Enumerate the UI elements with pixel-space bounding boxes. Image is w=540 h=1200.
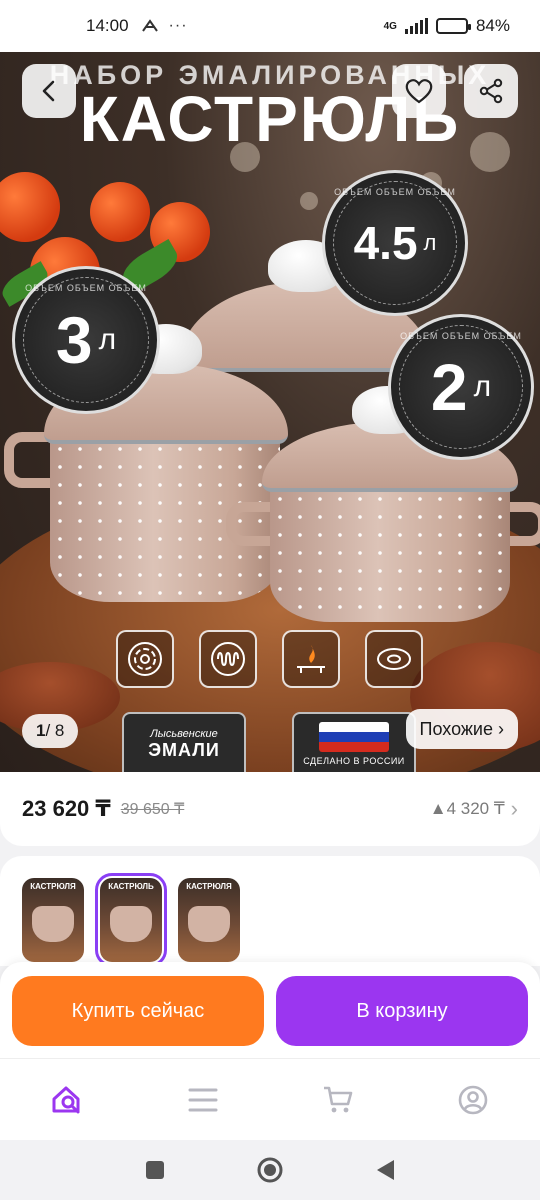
catalog-icon <box>188 1088 217 1111</box>
volume-badge-2: ОБЪЕМ ОБЪЕМ ОБЪЕМ 2л <box>388 314 534 460</box>
image-counter: 1/ 8 <box>22 714 79 748</box>
price-section: 23 620 ₸ 39 650 ₸ ▲4 320 ₸ › <box>0 772 540 846</box>
current-price: 23 620 ₸ <box>22 796 111 821</box>
bonus-amount: ▲4 320 ₸ <box>429 799 505 818</box>
nav-catalog[interactable] <box>173 1070 233 1130</box>
thumbnail-selected[interactable]: КАСТРЮЛЬ <box>95 873 167 967</box>
gas-stove-icon <box>282 630 340 688</box>
purchase-actions: Купить сейчас В корзину <box>0 962 540 1058</box>
volume-badge-3: ОБЪЕМ ОБЪЕМ ОБЪЕМ 3л <box>12 266 160 414</box>
nav-cart[interactable] <box>308 1070 368 1130</box>
induction-stove-icon <box>199 630 257 688</box>
cart-icon <box>323 1086 352 1112</box>
bonus-link[interactable]: ▲4 320 ₸ › <box>430 796 518 822</box>
share-button[interactable] <box>464 64 518 118</box>
chevron-right-icon: › <box>510 796 518 821</box>
russia-flag-icon <box>319 722 389 752</box>
back-arrow-icon <box>42 80 55 102</box>
volume-badge-4-5: ОБЪЕМ ОБЪЕМ ОБЪЕМ 4.5 л <box>322 170 468 316</box>
bottom-navigation <box>0 1058 540 1140</box>
recents-icon[interactable] <box>144 1159 166 1181</box>
status-time: 14:00 <box>86 16 129 35</box>
thumbnail-strip: КАСТРЮЛЯ КАСТРЮЛЬ КАСТРЮЛЯ <box>0 856 540 967</box>
signal-icon <box>404 18 428 34</box>
back-button[interactable] <box>22 64 76 118</box>
status-bar: 14:00 ··· 4G 84% <box>0 0 540 52</box>
system-navigation <box>0 1140 540 1200</box>
thumbnail[interactable]: КАСТРЮЛЯ <box>22 878 84 962</box>
battery-percent: 84% <box>475 16 510 35</box>
glass-ceramic-stove-icon <box>365 630 423 688</box>
electric-stove-icon <box>116 630 174 688</box>
nav-home[interactable] <box>38 1070 98 1130</box>
nav-profile[interactable] <box>443 1070 503 1130</box>
buy-now-button[interactable]: Купить сейчас <box>12 976 264 1046</box>
favorite-button[interactable] <box>392 64 446 118</box>
profile-icon <box>458 1085 487 1114</box>
tomato <box>90 182 150 242</box>
notification-icon <box>141 19 158 32</box>
pot-small <box>226 386 540 632</box>
add-to-cart-button[interactable]: В корзину <box>276 976 528 1046</box>
made-in-russia-badge: СДЕЛАНО В РОССИИ <box>292 712 416 772</box>
back-icon[interactable] <box>374 1158 396 1182</box>
product-gallery[interactable]: НАБОР ЭМАЛИРОВАННЫХ КАСТРЮЛЬ ОБЪЕМ ОБЪЕМ… <box>0 52 540 772</box>
brand-logo: Лысьвенские ЭМАЛИ <box>122 712 246 772</box>
hero-title-big: КАСТРЮЛЬ <box>79 83 461 155</box>
network-type: 4G <box>383 20 397 32</box>
old-price: 39 650 ₸ <box>120 801 185 818</box>
similar-products-button[interactable]: Похожие › <box>405 709 518 749</box>
home-search-icon <box>52 1086 79 1113</box>
battery-icon <box>435 18 471 34</box>
tomato <box>0 172 60 242</box>
home-icon[interactable] <box>256 1156 284 1184</box>
more-icon: ··· <box>168 17 188 34</box>
heart-icon <box>405 79 433 104</box>
share-icon <box>479 78 503 104</box>
thumbnail[interactable]: КАСТРЮЛЯ <box>178 878 240 962</box>
